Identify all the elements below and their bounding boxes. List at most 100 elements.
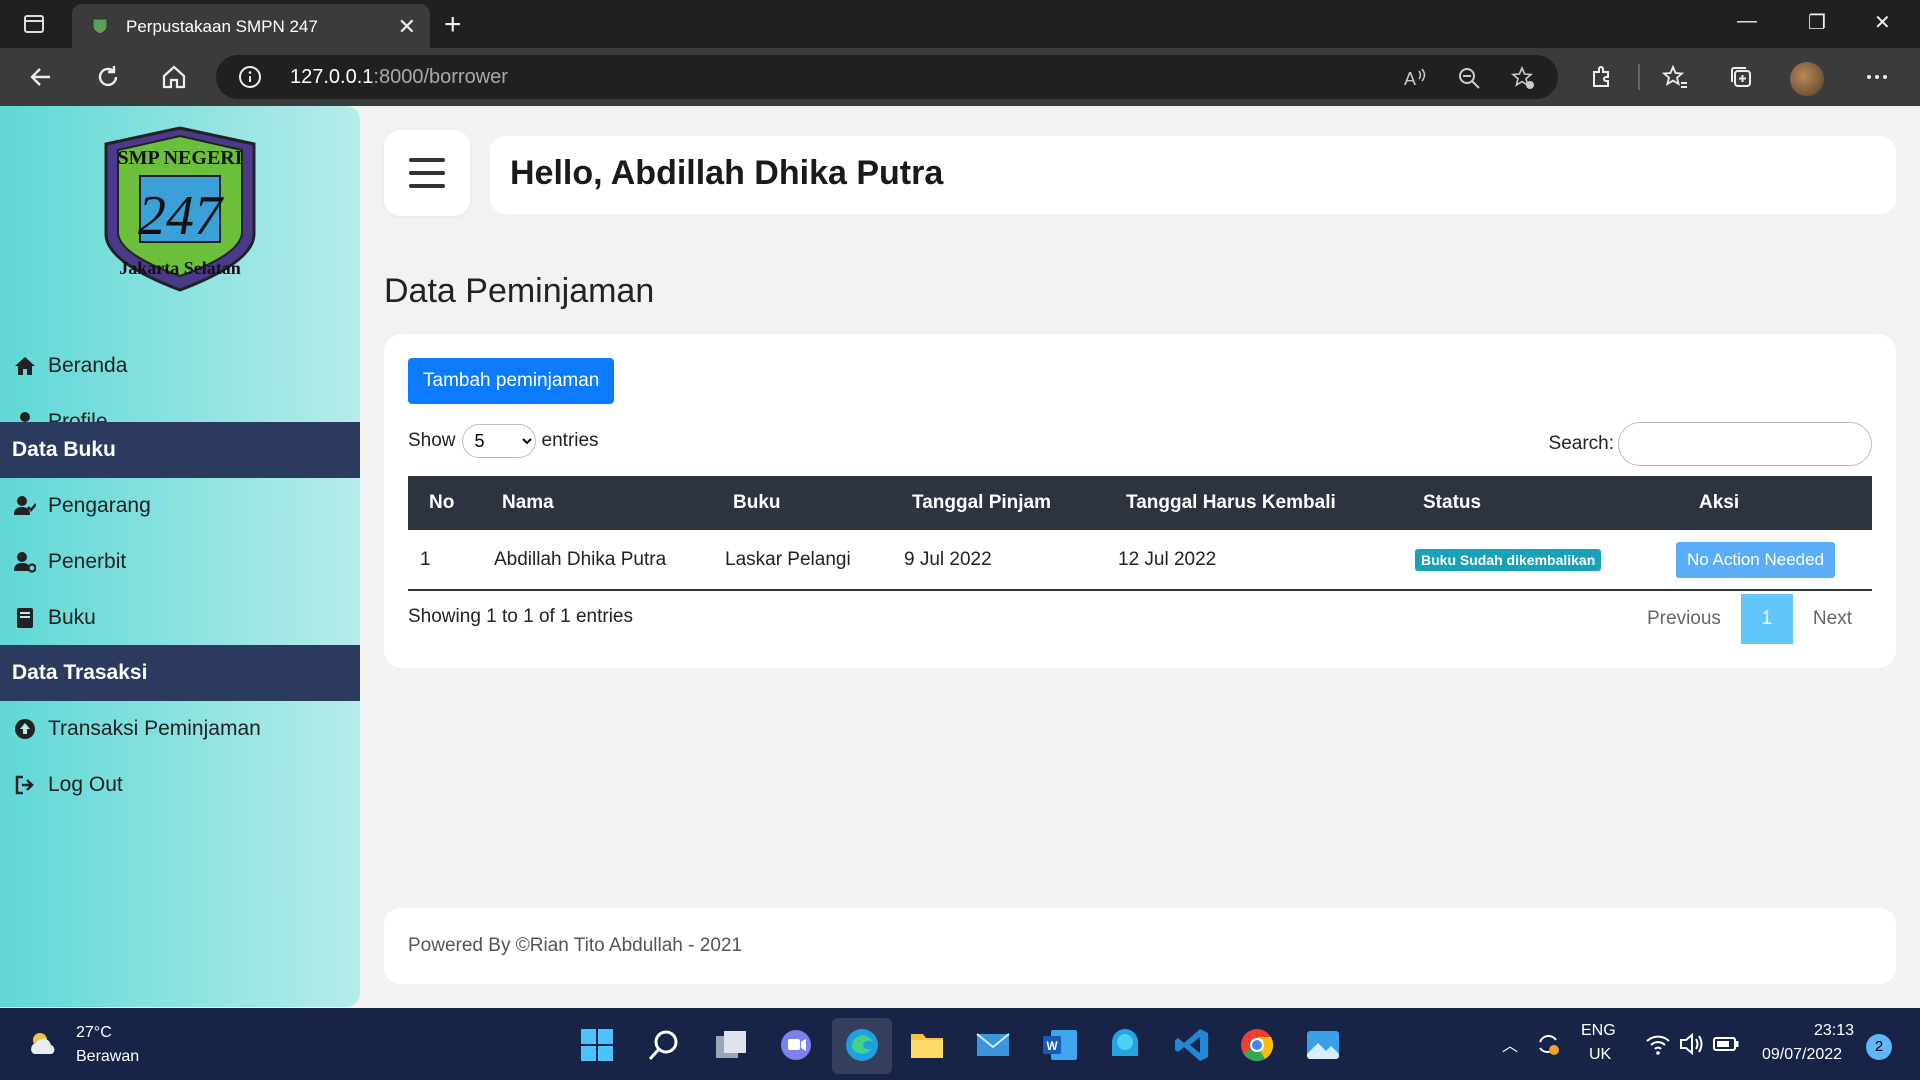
wifi-icon[interactable]	[1644, 1030, 1672, 1058]
search-icon[interactable]	[645, 1026, 683, 1064]
app-icon[interactable]	[1106, 1026, 1144, 1064]
collections-icon[interactable]	[1726, 62, 1756, 92]
add-loan-button[interactable]: Tambah peminjaman	[408, 358, 615, 404]
clock-date[interactable]: 09/07/2022	[1762, 1046, 1842, 1064]
refresh-icon[interactable]	[93, 62, 123, 92]
weather-cloudy-icon[interactable]	[26, 1026, 62, 1062]
footer-text: Powered By ©Rian Tito Abdullah - 2021	[408, 935, 743, 956]
column-header[interactable]: Nama	[492, 476, 723, 530]
user-check-icon	[14, 496, 36, 515]
file-explorer-icon[interactable]	[908, 1026, 946, 1064]
page-title: Data Peminjaman	[384, 272, 655, 310]
sidebar-item-penerbit[interactable]: Penerbit	[0, 534, 360, 590]
sidebar-item-beranda[interactable]: Beranda	[0, 338, 360, 394]
sign-out-icon	[15, 775, 34, 795]
svg-text:W: W	[1046, 1039, 1058, 1053]
extensions-icon[interactable]	[1586, 62, 1616, 92]
page-size-control: Show 5 entries	[408, 424, 599, 458]
more-icon[interactable]	[1862, 62, 1892, 92]
battery-icon[interactable]	[1712, 1030, 1740, 1058]
volume-icon[interactable]	[1678, 1030, 1706, 1058]
column-header[interactable]: Status	[1411, 476, 1661, 530]
sidebar-item-label: Log Out	[48, 773, 123, 796]
photos-icon[interactable]	[1304, 1026, 1342, 1064]
sidebar-item-label: Pengarang	[48, 494, 151, 517]
chrome-icon[interactable]	[1238, 1026, 1276, 1064]
hamburger-line	[409, 171, 445, 175]
address-bar-row: 127.0.0.1:8000/borrower A	[0, 48, 1920, 106]
sidebar-item-label: Buku	[48, 606, 96, 629]
user-gear-icon	[14, 552, 36, 573]
home-browser-icon[interactable]	[159, 62, 189, 92]
add-favorite-icon[interactable]	[1510, 65, 1536, 91]
tab-actions-icon[interactable]	[22, 12, 46, 36]
arrow-circle-up-icon	[15, 719, 35, 739]
close-window-icon[interactable]: ✕	[1874, 10, 1891, 35]
no-action-button[interactable]: No Action Needed	[1676, 541, 1836, 578]
notification-badge[interactable]: 2	[1866, 1034, 1892, 1060]
table-header-row: No Nama Buku Tanggal Pinjam Tanggal Haru…	[408, 476, 1872, 530]
sidebar: SMP NEGERI 247 Jakarta Selatan Beranda P…	[0, 106, 360, 1007]
cell-tanggal-kembali: 12 Jul 2022	[1118, 548, 1217, 570]
menu-toggle-button[interactable]	[384, 130, 470, 216]
favorites-icon[interactable]	[1660, 62, 1690, 92]
status-badge: Buku Sudah dikembalikan	[1415, 548, 1602, 571]
page-1-button[interactable]: 1	[1740, 594, 1793, 644]
column-header[interactable]: Tanggal Pinjam	[899, 476, 1114, 530]
page-footer: Powered By ©Rian Tito Abdullah - 2021	[384, 908, 1896, 984]
hamburger-line	[409, 184, 445, 188]
back-icon[interactable]	[26, 62, 56, 92]
restore-icon[interactable]: ❐	[1808, 10, 1826, 35]
language-eng[interactable]: ENG	[1581, 1022, 1616, 1040]
minimize-icon[interactable]: —	[1737, 10, 1757, 33]
url-field[interactable]: 127.0.0.1:8000/borrower A	[216, 55, 1558, 99]
previous-page-button[interactable]: Previous	[1627, 608, 1741, 630]
edge-icon[interactable]	[843, 1026, 881, 1064]
info-icon[interactable]	[238, 65, 262, 89]
page-size-select[interactable]: 5	[461, 424, 536, 458]
taskbar: 27°C Berawan W ︿ ENG UK 23:13 09/07/2022	[0, 1008, 1920, 1080]
weather-desc: Berawan	[76, 1048, 140, 1065]
hamburger-icon	[409, 158, 445, 162]
sidebar-section-data-buku: Data Buku	[0, 422, 360, 478]
vscode-icon[interactable]	[1173, 1026, 1211, 1064]
language-uk[interactable]: UK	[1589, 1046, 1611, 1064]
browser-tab[interactable]: Perpustakaan SMPN 247 ✕	[72, 4, 430, 48]
task-view-icon[interactable]	[712, 1026, 750, 1064]
table-row: 1 Abdillah Dhika Putra Laskar Pelangi 9 …	[408, 530, 1872, 590]
search-control: Search:	[1549, 422, 1872, 466]
search-input[interactable]	[1618, 422, 1872, 466]
cell-tanggal-pinjam: 9 Jul 2022	[904, 548, 992, 570]
zoom-out-icon[interactable]	[1456, 65, 1482, 91]
sidebar-item-logout[interactable]: Log Out	[0, 757, 360, 813]
word-icon[interactable]: W	[1041, 1026, 1079, 1064]
tray-overflow-icon[interactable]: ︿	[1502, 1032, 1518, 1056]
clock-time[interactable]: 23:13	[1814, 1022, 1854, 1040]
toolbar-divider	[1638, 64, 1640, 90]
cell-buku: Laskar Pelangi	[725, 548, 851, 570]
mail-icon[interactable]	[974, 1026, 1012, 1064]
weather-temp: 27°C	[76, 1024, 112, 1041]
greeting-bar: Hello, Abdillah Dhika Putra	[490, 136, 1896, 214]
column-header[interactable]: Tanggal Harus Kembali	[1114, 476, 1411, 530]
teams-chat-icon[interactable]	[777, 1026, 815, 1064]
sidebar-item-buku[interactable]: Buku	[0, 590, 360, 646]
new-tab-icon[interactable]: +	[444, 8, 462, 42]
close-tab-icon[interactable]: ✕	[398, 14, 416, 40]
profile-avatar[interactable]	[1790, 62, 1824, 96]
column-header[interactable]: Buku	[723, 476, 899, 530]
pagination: Previous 1 Next	[1627, 594, 1872, 644]
sidebar-item-pengarang[interactable]: Pengarang	[0, 478, 360, 534]
next-page-button[interactable]: Next	[1793, 608, 1872, 630]
svg-text:A: A	[1404, 69, 1416, 89]
logo-top-text: SMP NEGERI	[117, 147, 242, 169]
sidebar-item-transaksi-peminjaman[interactable]: Transaksi Peminjaman	[0, 701, 360, 757]
windows-start-icon[interactable]	[578, 1026, 616, 1064]
read-aloud-icon[interactable]: A	[1402, 65, 1428, 91]
column-header[interactable]: Aksi	[1661, 476, 1872, 530]
column-header[interactable]: No	[408, 476, 492, 530]
sync-icon[interactable]	[1534, 1030, 1562, 1058]
cell-no: 1	[420, 548, 431, 570]
logo-number: 247	[138, 185, 224, 247]
sidebar-item-label: Transaksi Peminjaman	[48, 717, 261, 740]
